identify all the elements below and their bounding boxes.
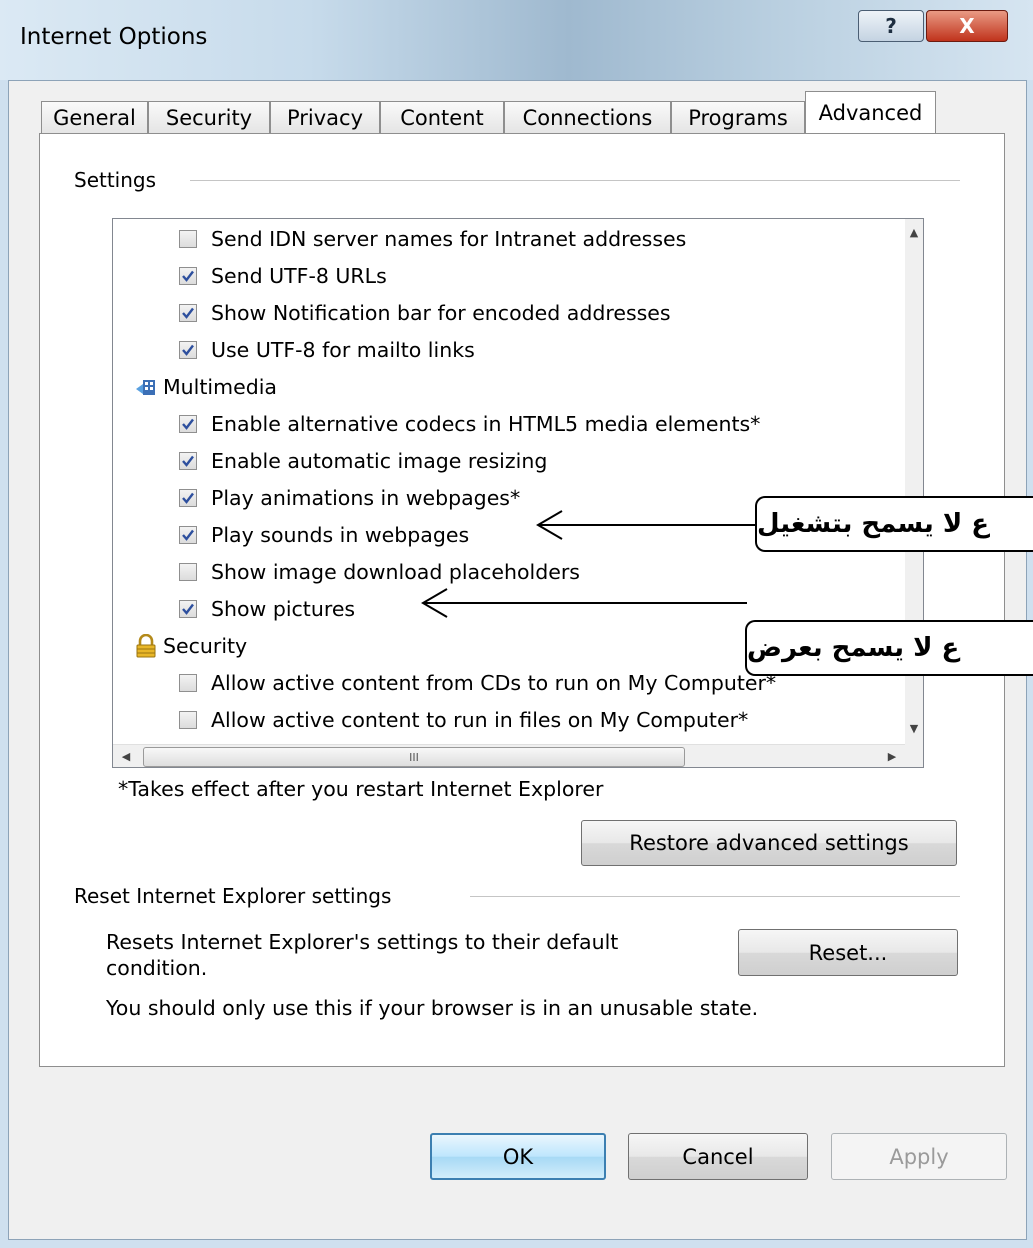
annotation-sound-callout: ع لا يسمح بتشغيل	[755, 496, 1033, 552]
settings-row-label: Send UTF-8 URLs	[211, 264, 387, 288]
reset-group-label: Reset Internet Explorer settings	[74, 884, 402, 908]
annotation-arrow-pictures	[421, 588, 747, 618]
settings-row-label: Show image download placeholders	[211, 560, 580, 584]
settings-checkbox-row[interactable]: Allow active content from CDs to run on …	[179, 665, 776, 701]
settings-row-label: Multimedia	[163, 375, 277, 399]
settings-checkbox-row[interactable]: Allow active content to run in files on …	[179, 702, 748, 738]
settings-divider	[190, 180, 960, 181]
settings-row-label: Show pictures	[211, 597, 356, 621]
ok-button[interactable]: OK	[430, 1133, 606, 1180]
settings-checkbox-row[interactable]: Show image download placeholders	[179, 554, 580, 590]
settings-row-label: Enable alternative codecs in HTML5 media…	[211, 412, 761, 436]
scrollbar-corner	[905, 744, 923, 767]
scroll-up-button[interactable]: ▲	[905, 221, 923, 243]
settings-checkbox-row[interactable]: Enable alternative codecs in HTML5 media…	[179, 406, 760, 442]
settings-checkbox-row[interactable]: Send UTF-8 URLs	[179, 258, 387, 294]
settings-checkbox-row[interactable]: Play animations in webpages*	[179, 480, 520, 516]
internet-options-window: Internet Options ? X General Security Pr…	[0, 0, 1033, 1248]
multimedia-icon	[135, 376, 157, 398]
checkbox-checked[interactable]	[179, 341, 197, 359]
settings-checkbox-row[interactable]: Send IDN server names for Intranet addre…	[179, 221, 686, 257]
settings-checkbox-row[interactable]: Show Notification bar for encoded addres…	[179, 295, 671, 331]
tab-security[interactable]: Security	[148, 101, 270, 134]
scroll-down-button[interactable]: ▼	[905, 717, 923, 739]
scroll-right-button[interactable]: ▶	[883, 747, 901, 765]
settings-checkbox-row[interactable]: Play sounds in webpages	[179, 517, 469, 553]
reset-description-line2: condition.	[106, 956, 208, 980]
checkbox-unchecked[interactable]	[179, 711, 197, 729]
title-bar[interactable]: Internet Options ? X	[0, 0, 1033, 80]
checkbox-checked[interactable]	[179, 267, 197, 285]
settings-row-label: Show Notification bar for encoded addres…	[211, 301, 671, 325]
settings-row-label: Play sounds in webpages	[211, 523, 470, 547]
horizontal-scrollbar[interactable]: ◀ III ▶	[113, 744, 905, 767]
settings-category: Multimedia	[135, 369, 277, 405]
lock-icon	[135, 634, 157, 658]
tab-general[interactable]: General	[41, 101, 148, 134]
tab-advanced[interactable]: Advanced	[805, 91, 936, 133]
apply-button[interactable]: Apply	[831, 1133, 1007, 1180]
annotation-arrow-sound	[536, 510, 756, 540]
checkbox-unchecked[interactable]	[179, 674, 197, 692]
settings-row-label: Play animations in webpages*	[211, 486, 521, 510]
restore-advanced-settings-button[interactable]: Restore advanced settings	[581, 820, 957, 866]
reset-divider	[470, 896, 960, 897]
tab-programs[interactable]: Programs	[671, 101, 805, 134]
settings-row-label: Use UTF-8 for mailto links	[211, 338, 475, 362]
horizontal-scroll-thumb[interactable]: III	[143, 747, 685, 767]
tab-connections[interactable]: Connections	[504, 101, 671, 134]
settings-row-label: Allow active content from CDs to run on …	[211, 671, 777, 695]
cancel-button[interactable]: Cancel	[628, 1133, 808, 1180]
annotation-pictures-callout: ع لا يسمح بعرض	[745, 620, 1033, 676]
window-title: Internet Options	[20, 24, 208, 50]
close-button[interactable]: X	[926, 10, 1008, 42]
settings-checkbox-row[interactable]: Show pictures	[179, 591, 355, 627]
reset-button[interactable]: Reset...	[738, 929, 958, 976]
checkbox-checked[interactable]	[179, 415, 197, 433]
settings-checkbox-row[interactable]: Use UTF-8 for mailto links	[179, 332, 475, 368]
settings-row-label: Send IDN server names for Intranet addre…	[211, 227, 687, 251]
checkbox-checked[interactable]	[179, 304, 197, 322]
settings-row-label: Allow active content to run in files on …	[211, 708, 749, 732]
reset-description-line1: Resets Internet Explorer's settings to t…	[106, 930, 619, 954]
checkbox-checked[interactable]	[179, 452, 197, 470]
settings-checkbox-row[interactable]: Enable automatic image resizing	[179, 443, 547, 479]
settings-category: Security	[135, 628, 247, 664]
restart-note: *Takes effect after you restart Internet…	[118, 777, 604, 801]
settings-row-label: Security	[163, 634, 248, 658]
checkbox-checked[interactable]	[179, 600, 197, 618]
checkbox-unchecked[interactable]	[179, 563, 197, 581]
settings-row-label: Enable automatic image resizing	[211, 449, 548, 473]
help-button[interactable]: ?	[858, 10, 924, 42]
scroll-left-button[interactable]: ◀	[117, 747, 135, 765]
settings-list[interactable]: Send IDN server names for Intranet addre…	[112, 218, 924, 768]
checkbox-checked[interactable]	[179, 489, 197, 507]
settings-group-label: Settings	[74, 168, 167, 192]
tab-content[interactable]: Content	[380, 101, 504, 134]
tab-privacy[interactable]: Privacy	[270, 101, 380, 134]
checkbox-checked[interactable]	[179, 526, 197, 544]
reset-warning: You should only use this if your browser…	[106, 996, 759, 1020]
checkbox-unchecked[interactable]	[179, 230, 197, 248]
